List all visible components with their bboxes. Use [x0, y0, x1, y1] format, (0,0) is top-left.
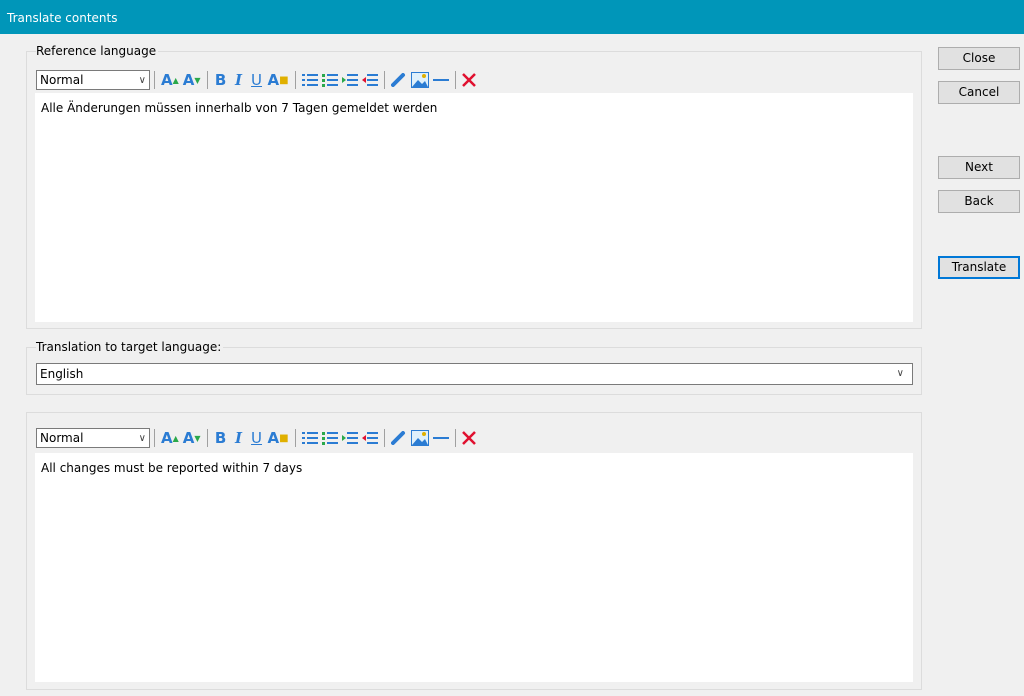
close-button[interactable]: Close [938, 47, 1020, 70]
back-button[interactable]: Back [938, 190, 1020, 213]
translate-button[interactable]: Translate [938, 256, 1020, 279]
reference-style-value: Normal [40, 73, 84, 87]
toolbar-separator [154, 71, 155, 89]
image-icon[interactable] [410, 428, 429, 448]
bulleted-list-icon[interactable] [321, 428, 338, 448]
indent-icon[interactable] [341, 70, 358, 90]
chevron-down-icon: ∨ [138, 75, 146, 86]
numbered-list-icon[interactable] [301, 428, 318, 448]
chevron-down-icon: ∨ [138, 433, 146, 444]
link-icon[interactable] [390, 428, 407, 448]
grow-font-icon[interactable]: A ▲ [161, 70, 179, 90]
reference-text: Alle Änderungen müssen innerhalb von 7 T… [41, 101, 438, 115]
chevron-down-icon: ∨ [896, 368, 904, 379]
horizontal-line-icon[interactable] [432, 428, 449, 448]
target-text-editor[interactable]: All changes must be reported within 7 da… [35, 453, 913, 682]
numbered-list-icon[interactable] [301, 70, 318, 90]
target-style-value: Normal [40, 431, 84, 445]
image-icon[interactable] [410, 70, 429, 90]
underline-icon[interactable]: U [250, 70, 264, 90]
bold-icon[interactable]: B [214, 428, 228, 448]
target-text: All changes must be reported within 7 da… [41, 461, 303, 475]
reference-language-label: Reference language [36, 44, 159, 58]
toolbar-separator [294, 71, 296, 89]
outdent-icon[interactable] [361, 428, 378, 448]
indent-icon[interactable] [341, 428, 358, 448]
outdent-icon[interactable] [361, 70, 378, 90]
italic-icon[interactable]: I [232, 428, 246, 448]
toolbar-separator [206, 71, 208, 89]
toolbar-separator [294, 429, 296, 447]
toolbar-separator [154, 429, 155, 447]
reference-toolbar: Normal ∨ A ▲ A ▼ B I U A ■ [36, 69, 478, 91]
target-language-label: Translation to target language: [36, 340, 224, 354]
toolbar-separator [206, 429, 208, 447]
bold-icon[interactable]: B [214, 70, 228, 90]
target-language-value: English [40, 367, 84, 381]
underline-icon[interactable]: U [250, 428, 264, 448]
shrink-font-icon[interactable]: A ▼ [183, 428, 201, 448]
horizontal-line-icon[interactable] [432, 70, 449, 90]
italic-icon[interactable]: I [232, 70, 246, 90]
toolbar-separator [454, 71, 456, 89]
bulleted-list-icon[interactable] [321, 70, 338, 90]
clear-format-icon[interactable] [461, 70, 476, 90]
toolbar-separator [454, 429, 456, 447]
window-title: Translate contents [0, 0, 1024, 34]
toolbar-separator [383, 71, 385, 89]
toolbar-separator [383, 429, 385, 447]
target-language-select[interactable]: English ∨ [36, 363, 913, 385]
cancel-button[interactable]: Cancel [938, 81, 1020, 104]
target-toolbar: Normal ∨ A ▲ A ▼ B I U A ■ [36, 427, 478, 449]
next-button[interactable]: Next [938, 156, 1020, 179]
link-icon[interactable] [390, 70, 407, 90]
font-color-icon[interactable]: A ■ [268, 428, 289, 448]
reference-text-editor[interactable]: Alle Änderungen müssen innerhalb von 7 T… [35, 93, 913, 322]
grow-font-icon[interactable]: A ▲ [161, 428, 179, 448]
shrink-font-icon[interactable]: A ▼ [183, 70, 201, 90]
reference-style-select[interactable]: Normal ∨ [36, 70, 150, 90]
clear-format-icon[interactable] [461, 428, 476, 448]
font-color-icon[interactable]: A ■ [268, 70, 289, 90]
target-style-select[interactable]: Normal ∨ [36, 428, 150, 448]
